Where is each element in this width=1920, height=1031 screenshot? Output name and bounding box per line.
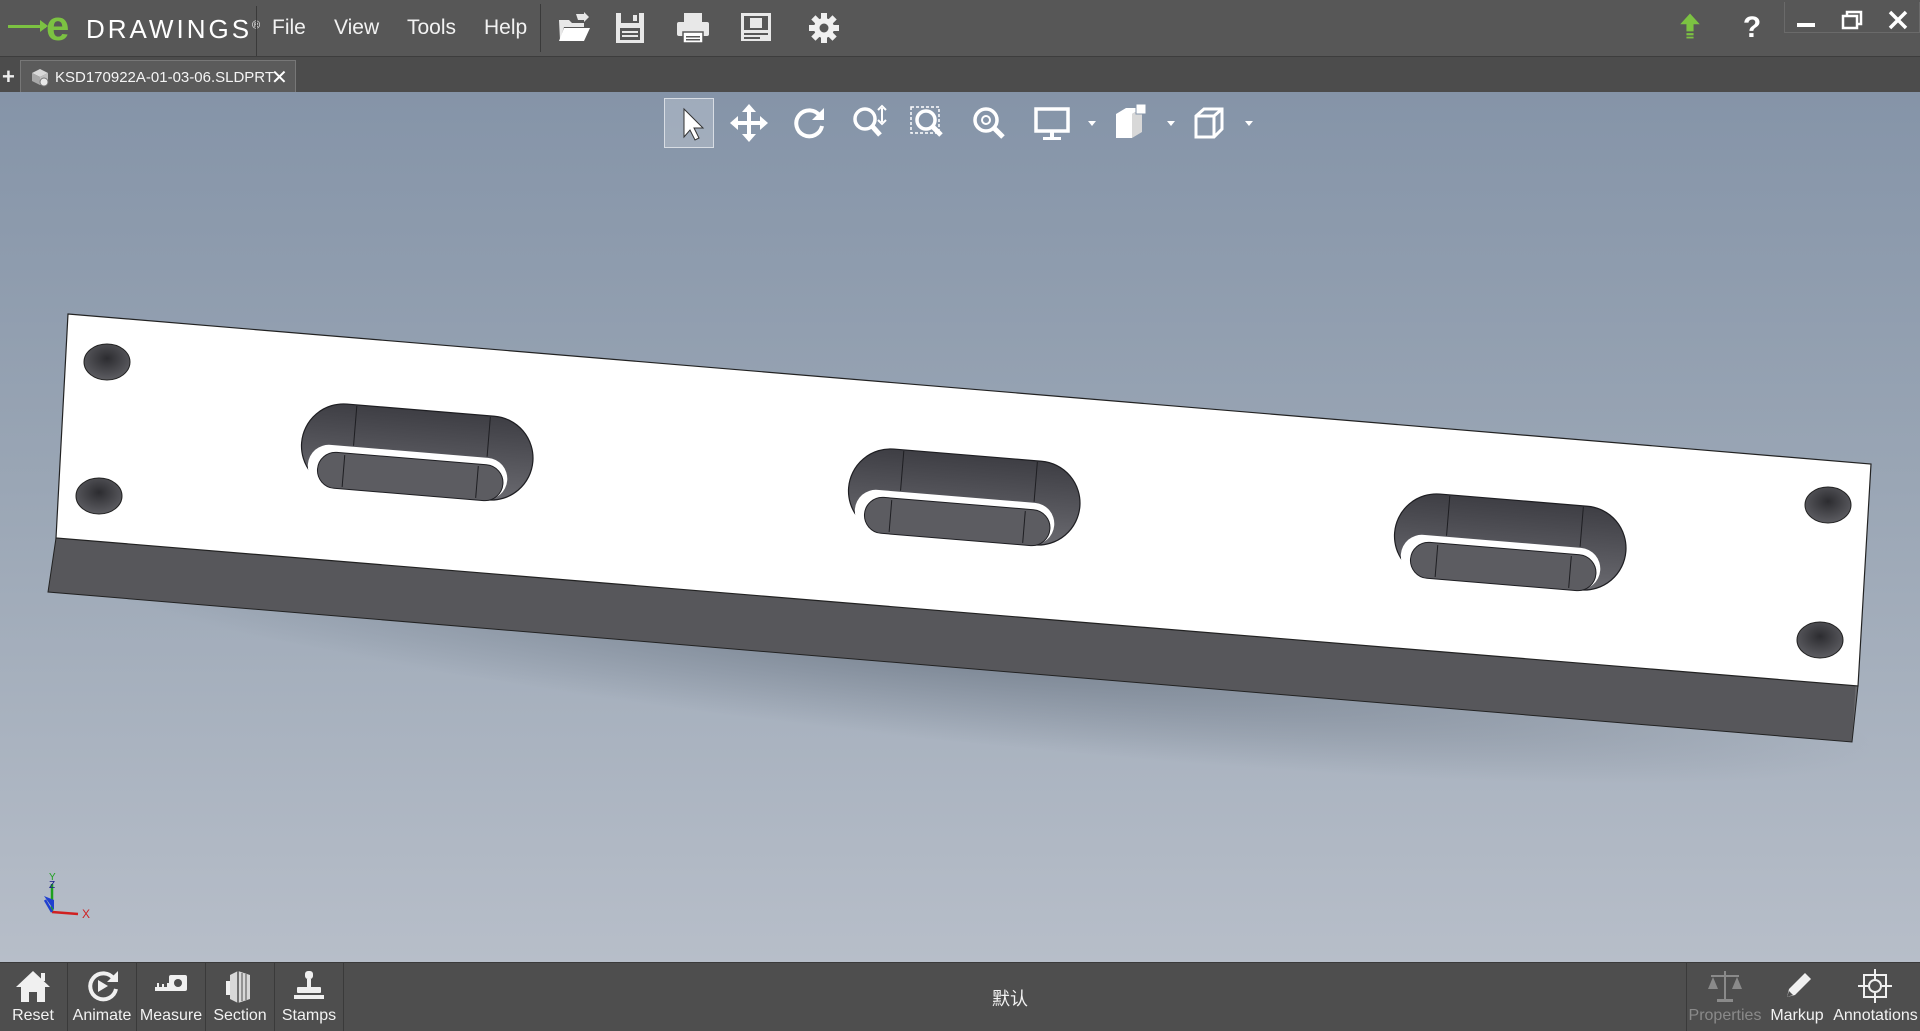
select-icon[interactable]	[664, 98, 714, 148]
view-toolbar	[664, 98, 1264, 150]
menu-tools[interactable]: Tools	[407, 16, 456, 40]
stamps-button[interactable]: Stamps	[275, 963, 343, 1031]
axis-z-label: Z	[49, 880, 55, 891]
measure-label: Measure	[139, 1007, 203, 1024]
menu-separator	[540, 4, 541, 52]
section-label: Section	[213, 1007, 267, 1024]
display-style-dropdown-icon[interactable]	[1087, 120, 1097, 128]
mount-hole-bottom-left[interactable]	[75, 477, 123, 515]
animate-button[interactable]: Animate	[68, 963, 136, 1031]
logo-word: DRAWINGS	[86, 14, 253, 44]
3d-viewport[interactable]: Y Z X	[0, 92, 1920, 962]
properties-button[interactable]: Properties	[1687, 963, 1763, 1031]
views-dropdown-icon[interactable]	[1166, 120, 1176, 128]
print-preview-icon[interactable]	[738, 10, 774, 46]
toolbar-separator	[343, 963, 344, 1031]
document-tab-bar: + KSD170922A-01-03-06.SLDPRT ✕	[0, 57, 1920, 93]
add-tab-button[interactable]: +	[2, 66, 16, 88]
update-arrow-icon[interactable]	[1674, 10, 1706, 42]
svg-text:?: ?	[1743, 11, 1761, 44]
animate-label: Animate	[72, 1007, 132, 1024]
document-tab[interactable]: KSD170922A-01-03-06.SLDPRT ✕	[20, 60, 296, 93]
mount-hole-top-right[interactable]	[1804, 486, 1852, 524]
minimize-icon[interactable]	[1790, 6, 1822, 36]
mount-hole-bottom-right[interactable]	[1796, 621, 1844, 659]
bottom-toolbar: Reset Animate Measure Section Stamps 默认 …	[0, 962, 1920, 1031]
zoom-to-fit-icon[interactable]	[964, 98, 1014, 148]
3d-model[interactable]	[0, 92, 1920, 962]
document-tab-title: KSD170922A-01-03-06.SLDPRT	[55, 69, 275, 86]
reset-label: Reset	[12, 1007, 54, 1024]
logo-e: e	[46, 2, 70, 49]
pan-icon[interactable]	[724, 98, 774, 148]
mount-hole-top-left[interactable]	[83, 343, 131, 381]
part-file-icon	[32, 69, 49, 87]
pencil-icon	[1787, 973, 1811, 997]
stamps-label: Stamps	[281, 1007, 337, 1024]
home-icon	[16, 971, 50, 1002]
close-tab-button[interactable]: ✕	[271, 65, 288, 90]
scales-icon	[1708, 971, 1742, 1002]
logo-separator	[256, 6, 257, 56]
cube-view-icon[interactable]	[1184, 98, 1234, 148]
markup-button[interactable]: Markup	[1763, 963, 1831, 1031]
animate-icon	[88, 971, 118, 1002]
close-icon[interactable]	[1882, 6, 1914, 36]
stamp-icon	[294, 971, 324, 999]
zoom-to-area-icon[interactable]	[904, 98, 954, 148]
zoom-icon[interactable]	[844, 98, 894, 148]
measure-button[interactable]: Measure	[137, 963, 205, 1031]
axis-x-label: X	[82, 907, 90, 920]
reset-button[interactable]: Reset	[0, 963, 66, 1031]
open-icon[interactable]	[556, 10, 592, 46]
print-icon[interactable]	[675, 10, 711, 46]
annotations-button[interactable]: Annotations	[1831, 963, 1920, 1031]
title-bar: e DRAWINGS® File View Tools Help ?	[0, 0, 1920, 57]
cube-view-dropdown-icon[interactable]	[1244, 120, 1254, 128]
menu-file[interactable]: File	[272, 16, 306, 40]
help-icon[interactable]: ?	[1736, 8, 1768, 44]
section-icon	[226, 971, 250, 1003]
measure-icon	[155, 975, 187, 991]
configuration-name: 默认	[992, 989, 1028, 1010]
markup-label: Markup	[1770, 1007, 1824, 1024]
settings-icon[interactable]	[806, 10, 842, 46]
restore-icon[interactable]	[1836, 6, 1868, 36]
section-button[interactable]: Section	[206, 963, 274, 1031]
display-style-icon[interactable]	[1028, 98, 1078, 148]
annotations-label: Annotations	[1833, 1007, 1918, 1024]
views-icon[interactable]	[1106, 98, 1156, 148]
save-icon[interactable]	[612, 10, 648, 46]
menu-help[interactable]: Help	[484, 16, 527, 40]
edrawings-logo: e DRAWINGS®	[4, 2, 260, 56]
axis-triad: Y Z X	[43, 872, 90, 920]
properties-label: Properties	[1688, 1007, 1762, 1024]
rotate-icon[interactable]	[784, 98, 834, 148]
menu-view[interactable]: View	[334, 16, 379, 40]
annotation-icon	[1857, 969, 1892, 1003]
